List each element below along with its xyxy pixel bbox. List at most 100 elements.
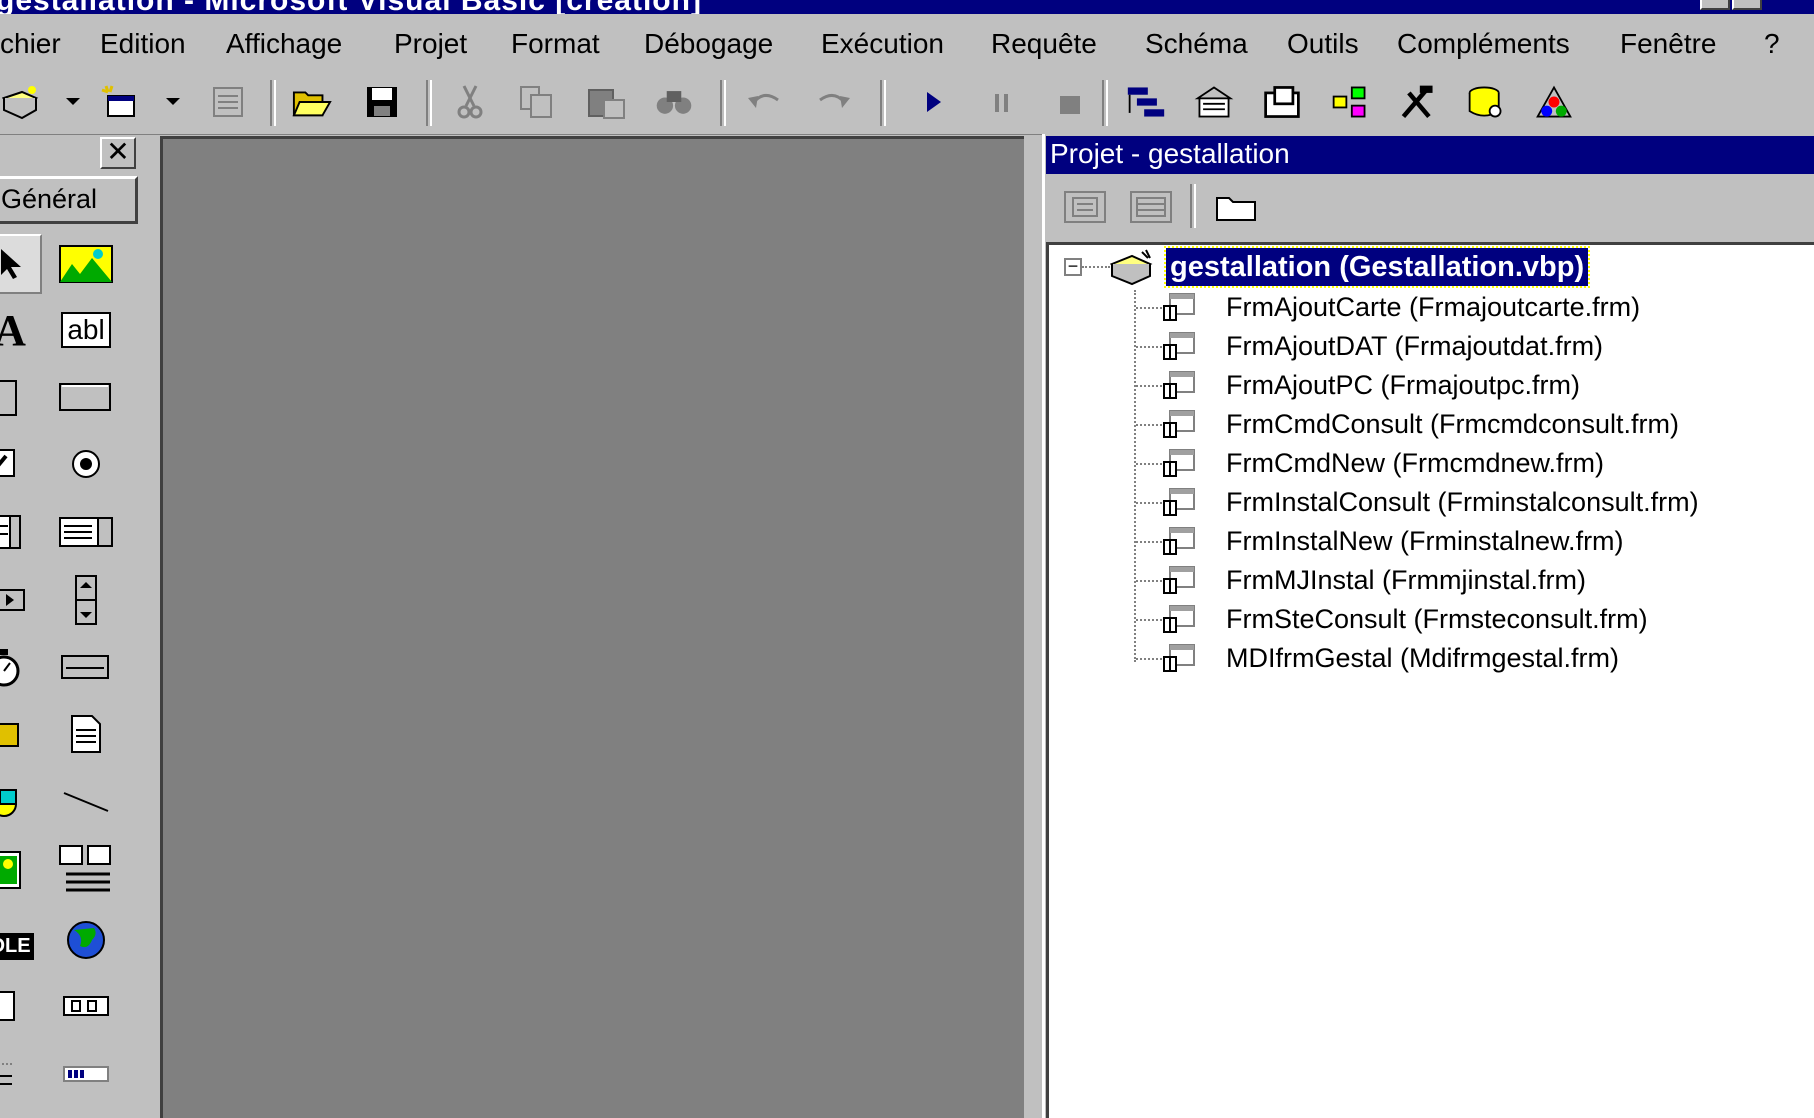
save-icon[interactable] bbox=[362, 82, 402, 122]
filelistbox-icon[interactable] bbox=[54, 704, 118, 764]
open-icon[interactable] bbox=[292, 82, 332, 122]
generic-control-icon[interactable] bbox=[54, 976, 118, 1036]
menu-complements[interactable]: Compléments bbox=[1397, 28, 1570, 60]
close-button[interactable]: ✕ bbox=[100, 137, 136, 169]
optionbutton-icon[interactable] bbox=[54, 434, 118, 494]
line-icon[interactable] bbox=[54, 772, 118, 832]
menu-edition[interactable]: Edition bbox=[100, 28, 186, 60]
tree-item-form[interactable]: FrmAjoutCarte (Frmajoutcarte.frm) bbox=[1226, 292, 1640, 323]
toolbar-separator bbox=[1190, 184, 1196, 228]
image-icon[interactable] bbox=[0, 840, 42, 900]
menu-fenetre[interactable]: Fenêtre bbox=[1620, 28, 1717, 60]
checkbox-icon[interactable] bbox=[0, 434, 42, 494]
pause-icon[interactable] bbox=[982, 82, 1022, 122]
mdi-form-icon bbox=[1162, 643, 1198, 677]
add-form-icon[interactable] bbox=[100, 82, 140, 122]
form-icon bbox=[1162, 409, 1198, 443]
generic-control-icon[interactable] bbox=[0, 1044, 42, 1104]
chevron-down-icon[interactable] bbox=[66, 98, 80, 105]
form-icon bbox=[1162, 331, 1198, 365]
menu-projet[interactable]: Projet bbox=[394, 28, 467, 60]
undo-icon[interactable] bbox=[744, 82, 784, 122]
tree-root-project[interactable]: gestallation (Gestallation.vbp) bbox=[1163, 246, 1591, 288]
menu-requete[interactable]: Requête bbox=[991, 28, 1097, 60]
form-icon bbox=[1162, 448, 1198, 482]
chevron-down-icon[interactable] bbox=[166, 98, 180, 105]
add-project-icon[interactable] bbox=[2, 82, 42, 122]
dirlistbox-icon[interactable] bbox=[0, 704, 42, 764]
ole-icon[interactable]: OLE bbox=[0, 910, 42, 970]
toolbar-separator bbox=[270, 80, 276, 126]
collapse-toggle[interactable]: − bbox=[1064, 257, 1082, 276]
shape-icon[interactable] bbox=[0, 772, 42, 832]
hscrollbar-icon[interactable] bbox=[0, 570, 42, 630]
listbox-icon[interactable] bbox=[54, 502, 118, 562]
view-object-icon[interactable] bbox=[1126, 186, 1176, 228]
data-view-icon[interactable] bbox=[1466, 82, 1506, 122]
timer-icon[interactable] bbox=[0, 637, 42, 697]
menu-affichage[interactable]: Affichage bbox=[226, 28, 342, 60]
view-code-icon[interactable] bbox=[1060, 186, 1110, 228]
run-icon[interactable] bbox=[914, 82, 954, 122]
menu-bar: chier Edition Affichage Projet Format Dé… bbox=[0, 14, 1814, 74]
tree-item-form[interactable]: MDIfrmGestal (Mdifrmgestal.frm) bbox=[1226, 643, 1619, 674]
menu-execution[interactable]: Exécution bbox=[821, 28, 944, 60]
copy-icon[interactable] bbox=[516, 82, 556, 122]
tree-item-form[interactable]: FrmAjoutDAT (Frmajoutdat.frm) bbox=[1226, 331, 1603, 362]
tree-connector bbox=[1082, 266, 1110, 268]
tree-item-form[interactable]: FrmMJInstal (Frmmjinstal.frm) bbox=[1226, 565, 1586, 596]
globe-icon[interactable] bbox=[54, 910, 118, 970]
form-icon bbox=[1162, 604, 1198, 638]
menu-help[interactable]: ? bbox=[1764, 28, 1780, 60]
cut-icon[interactable] bbox=[450, 82, 490, 122]
properties-icon[interactable] bbox=[1194, 82, 1234, 122]
tree-item-form[interactable]: FrmInstalNew (Frminstalnew.frm) bbox=[1226, 526, 1624, 557]
menu-format[interactable]: Format bbox=[511, 28, 600, 60]
form-icon bbox=[1162, 370, 1198, 404]
component-manager-icon[interactable] bbox=[1534, 82, 1574, 122]
form-layout-icon[interactable] bbox=[1262, 82, 1302, 122]
project-explorer-icon[interactable] bbox=[1126, 82, 1166, 122]
tree-item-form[interactable]: FrmCmdNew (Frmcmdnew.frm) bbox=[1226, 448, 1604, 479]
object-browser-icon[interactable] bbox=[1330, 82, 1370, 122]
menu-fichier[interactable]: chier bbox=[0, 28, 61, 60]
textbox-icon[interactable]: abl bbox=[54, 300, 118, 360]
redo-icon[interactable] bbox=[814, 82, 854, 122]
toolbox-icon[interactable] bbox=[1398, 82, 1438, 122]
form-icon bbox=[1162, 565, 1198, 599]
minimize-button[interactable] bbox=[1700, 0, 1730, 10]
form-icon bbox=[1162, 526, 1198, 560]
menu-debogage[interactable]: Débogage bbox=[644, 28, 773, 60]
toolbar-separator bbox=[720, 80, 726, 126]
data-control-icon[interactable] bbox=[54, 840, 118, 900]
progressbar-icon[interactable] bbox=[54, 1044, 118, 1104]
combobox-icon[interactable] bbox=[0, 502, 42, 562]
form-designer-area[interactable] bbox=[160, 136, 1024, 1118]
label-icon[interactable]: A bbox=[0, 300, 42, 360]
tree-item-form[interactable]: FrmSteConsult (Frmsteconsult.frm) bbox=[1226, 604, 1648, 635]
window-title: gestallation - Microsoft Visual Basic [c… bbox=[0, 0, 702, 14]
title-bar: gestallation - Microsoft Visual Basic [c… bbox=[0, 0, 1814, 14]
drivelistbox-icon[interactable] bbox=[54, 637, 118, 697]
form-icon bbox=[1162, 292, 1198, 326]
menu-schema[interactable]: Schéma bbox=[1145, 28, 1248, 60]
frame-icon[interactable] bbox=[0, 367, 42, 427]
picturebox-icon[interactable] bbox=[54, 234, 118, 294]
stop-icon[interactable] bbox=[1050, 82, 1090, 122]
menu-editor-icon[interactable] bbox=[208, 82, 248, 122]
toolbox-tab-general[interactable]: Général bbox=[0, 176, 138, 224]
toggle-folders-icon[interactable] bbox=[1212, 186, 1262, 228]
menu-outils[interactable]: Outils bbox=[1287, 28, 1359, 60]
maximize-button[interactable] bbox=[1732, 0, 1762, 10]
vscrollbar-icon[interactable] bbox=[54, 570, 118, 630]
tree-item-form[interactable]: FrmCmdConsult (Frmcmdconsult.frm) bbox=[1226, 409, 1679, 440]
project-explorer-title: Projet - gestallation bbox=[1046, 136, 1814, 174]
paste-icon[interactable] bbox=[586, 82, 626, 122]
generic-control-icon[interactable] bbox=[0, 976, 42, 1036]
find-icon[interactable] bbox=[654, 82, 694, 122]
pointer-icon[interactable] bbox=[0, 234, 42, 294]
tree-item-form[interactable]: FrmAjoutPC (Frmajoutpc.frm) bbox=[1226, 370, 1580, 401]
tree-item-form[interactable]: FrmInstalConsult (Frminstalconsult.frm) bbox=[1226, 487, 1699, 518]
commandbutton-icon[interactable] bbox=[54, 367, 118, 427]
toolbar-separator bbox=[880, 80, 886, 126]
